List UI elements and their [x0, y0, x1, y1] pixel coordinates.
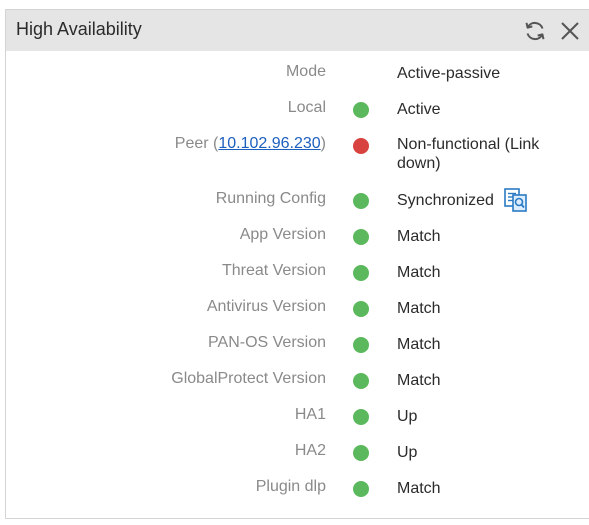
- row-label: App Version: [239, 226, 326, 243]
- row-label: Threat Version: [221, 262, 326, 279]
- row-mode: Mode Active-passive: [6, 63, 589, 99]
- row-value: Synchronized: [397, 192, 494, 209]
- status-dot-ok: [353, 265, 369, 281]
- row-label: Antivirus Version: [206, 298, 326, 315]
- row-value: Match: [397, 336, 441, 353]
- row-app-version: App Version Match: [6, 226, 589, 262]
- row-label: PAN-OS Version: [208, 334, 326, 351]
- status-dot-ok: [353, 481, 369, 497]
- status-dot-ok: [353, 301, 369, 317]
- peer-ip-link[interactable]: 10.102.96.230: [218, 135, 320, 152]
- row-label: Mode: [285, 63, 326, 80]
- row-value: Up: [397, 444, 418, 461]
- row-threat-version: Threat Version Match: [6, 262, 589, 298]
- row-label: Plugin dlp: [255, 478, 326, 495]
- peer-label-suffix: ): [320, 135, 326, 152]
- status-list: Mode Active-passive Local Active Peer (1…: [6, 63, 589, 514]
- row-peer: Peer (10.102.96.230) Non-functional (Lin…: [6, 135, 589, 190]
- status-dot-ok: [353, 102, 369, 118]
- status-dot-error: [353, 138, 369, 154]
- row-value: Non-functional (Link down): [397, 136, 540, 172]
- row-label: Running Config: [215, 190, 326, 207]
- row-label: HA2: [294, 442, 326, 459]
- refresh-icon[interactable]: [523, 19, 547, 43]
- row-value: Active-passive: [397, 65, 501, 82]
- row-value: Match: [397, 300, 441, 317]
- row-value: Match: [397, 228, 441, 245]
- status-dot-ok: [353, 373, 369, 389]
- row-local: Local Active: [6, 99, 589, 135]
- row-label: HA1: [294, 406, 326, 423]
- row-panos-version: PAN-OS Version Match: [6, 334, 589, 370]
- status-dot-ok: [353, 337, 369, 353]
- row-label: Peer (10.102.96.230): [175, 135, 326, 153]
- row-antivirus-version: Antivirus Version Match: [6, 298, 589, 334]
- config-compare-icon[interactable]: [503, 187, 529, 213]
- widget-title: High Availability: [16, 19, 142, 39]
- status-dot-ok: [353, 445, 369, 461]
- row-label: Local: [287, 99, 326, 116]
- row-plugin-dlp: Plugin dlp Match: [6, 478, 589, 514]
- row-label: GlobalProtect Version: [171, 370, 326, 387]
- row-value: Up: [397, 408, 418, 425]
- status-dot-ok: [353, 409, 369, 425]
- row-globalprotect-version: GlobalProtect Version Match: [6, 370, 589, 406]
- peer-label-prefix: Peer (: [174, 135, 219, 152]
- row-ha1: HA1 Up: [6, 406, 589, 442]
- row-ha2: HA2 Up: [6, 442, 589, 478]
- row-value: Active: [397, 101, 441, 118]
- row-value: Match: [397, 480, 441, 497]
- close-icon[interactable]: [558, 19, 582, 43]
- high-availability-widget: High Availability Mode Active-passive Lo…: [5, 9, 589, 519]
- status-dot-ok: [353, 193, 369, 209]
- row-running-config: Running Config Synchronized: [6, 187, 589, 226]
- row-value: Match: [397, 372, 441, 389]
- row-value: Match: [397, 264, 441, 281]
- widget-header: High Availability: [6, 10, 589, 51]
- status-dot-ok: [353, 229, 369, 245]
